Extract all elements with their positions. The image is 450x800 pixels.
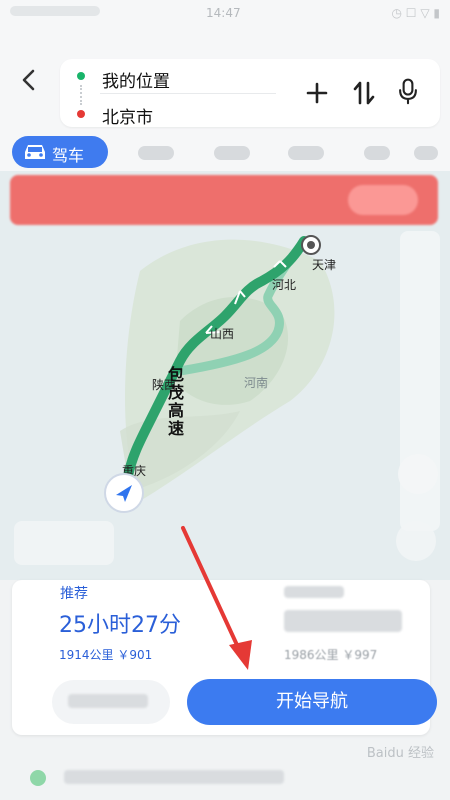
alt-duration-blurred: [284, 610, 402, 632]
map-label-shanxi: 山西: [210, 327, 235, 341]
destination-dot-icon: [77, 110, 85, 118]
alt-tag-blurred: [284, 586, 344, 598]
recommended-duration: 25小时27分: [59, 613, 181, 638]
current-location-icon: [104, 473, 144, 513]
map-chip-blurred[interactable]: [14, 521, 114, 565]
route-panel: 推荐 25小时27分 1914公里 ￥901 1986公里 ￥997 开始导航: [0, 580, 450, 800]
map-label-tianjin: 天津: [312, 258, 337, 272]
alternate-route[interactable]: 1986公里 ￥997: [270, 580, 420, 670]
origin-field[interactable]: 我的位置: [102, 67, 170, 92]
alternate-distance-cost: 1986公里 ￥997: [284, 648, 378, 662]
recommended-route[interactable]: 推荐 25小时27分 1914公里 ￥901: [12, 580, 262, 670]
tab-blurred-2[interactable]: [214, 146, 250, 160]
route-input-box: 我的位置 北京市: [60, 59, 440, 128]
swap-route-icon[interactable]: [350, 79, 378, 107]
route-name-char: 包: [168, 365, 185, 384]
transport-mode-tabs: 驾车: [0, 134, 450, 172]
tab-driving[interactable]: 驾车: [12, 136, 108, 168]
map-view[interactable]: 天津 河北 山西 陕西 河南 重庆 包 茂 高 速: [0, 171, 450, 581]
secondary-action-blurred: [68, 694, 148, 708]
route-name-label: 包 茂 高 速: [168, 366, 194, 438]
map-label-henan: 河南: [244, 376, 269, 390]
destination-pin-icon: [301, 235, 321, 255]
start-navigation-button[interactable]: 开始导航: [187, 679, 437, 725]
tab-blurred-1[interactable]: [138, 146, 174, 160]
secondary-action-button[interactable]: [52, 680, 170, 724]
back-arrow-icon[interactable]: [16, 66, 44, 94]
recommended-tag: 推荐: [60, 586, 88, 602]
traffic-alert-banner[interactable]: [10, 175, 438, 225]
destination-field[interactable]: 北京市: [102, 103, 153, 128]
tab-blurred-5[interactable]: [414, 146, 438, 160]
status-time: 14:47: [206, 6, 241, 20]
map-terrain: [0, 171, 450, 581]
watermark: Baidu 经验: [366, 746, 434, 761]
tab-driving-label: 驾车: [52, 146, 85, 165]
route-name-char: 高: [168, 401, 185, 420]
recommended-distance-cost: 1914公里 ￥901: [59, 648, 153, 662]
tab-blurred-4[interactable]: [364, 146, 390, 160]
alert-action-pill[interactable]: [348, 185, 418, 215]
route-dotted-line: [80, 85, 84, 105]
info-dot-icon: [30, 770, 46, 786]
status-left-info: [10, 6, 100, 16]
route-options-card: 推荐 25小时27分 1914公里 ￥901 1986公里 ￥997 开始导航: [12, 580, 437, 735]
map-label-hebei: 河北: [272, 278, 297, 292]
route-name-char: 茂: [168, 383, 185, 402]
status-icons: ◷ ☐ ▽ ▮: [391, 6, 440, 20]
top-bar: 我的位置 北京市 驾车: [0, 26, 450, 171]
locate-button[interactable]: [398, 454, 438, 494]
origin-dot-icon: [77, 72, 85, 80]
tab-blurred-3[interactable]: [288, 146, 324, 160]
map-round-button[interactable]: [396, 521, 436, 561]
field-divider: [100, 93, 276, 94]
bottom-info-row[interactable]: [20, 760, 440, 800]
microphone-icon[interactable]: [394, 77, 422, 105]
status-bar: 14:47 ◷ ☐ ▽ ▮: [0, 0, 450, 26]
route-name-char: 速: [168, 419, 185, 438]
info-text-blurred: [64, 770, 284, 784]
car-icon: [25, 145, 45, 159]
add-waypoint-icon[interactable]: [303, 79, 331, 107]
